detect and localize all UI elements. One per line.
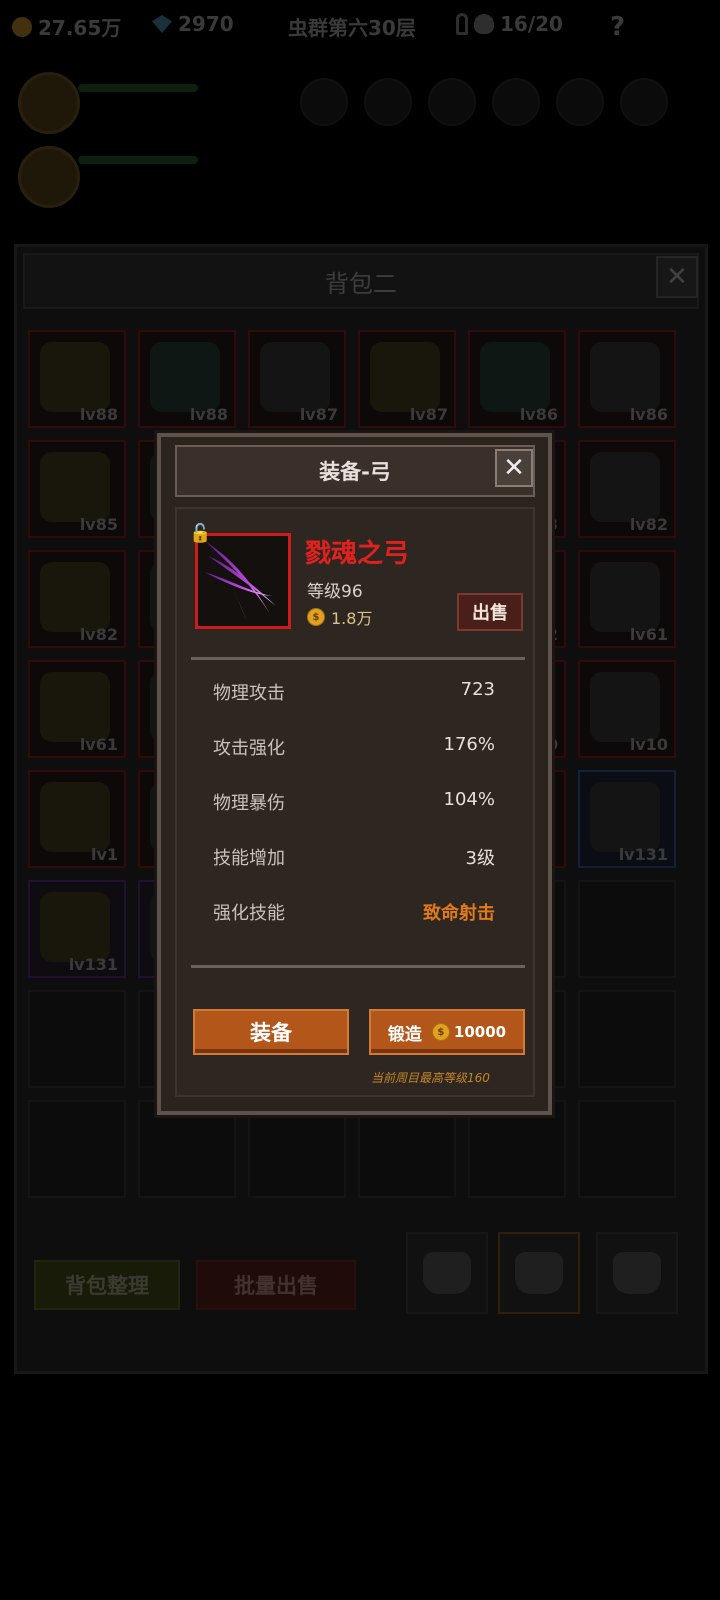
stat-value: 176% [443,734,495,755]
dialog-close-button[interactable]: ✕ [495,449,533,487]
equip-label: 装备 [250,1021,292,1045]
divider [191,657,525,660]
lock-icon[interactable]: 🔓 [189,523,211,544]
sell-button[interactable]: 出售 [457,593,523,631]
item-price: $ 1.8万 [307,605,372,629]
item-icon-frame[interactable] [195,533,291,629]
forge-cost-value: 10000 [453,1023,507,1041]
coin-icon: $ [431,1023,450,1041]
sell-label: 出售 [472,603,508,624]
stat-value: 723 [460,679,495,700]
coin-icon: $ [307,608,325,626]
forge-cost: $ 10000 [431,1023,507,1041]
divider [191,965,525,968]
stat-value: 104% [443,789,495,810]
stat-label: 物理攻击 [213,683,285,704]
stat-row: 攻击强化 176% [213,734,495,760]
dialog-body: 🔓 戮魂之弓 等级96 $ 1.8万 出售 物理攻击 723 攻击强化 176% 物理暴… [175,507,535,1097]
stat-value: 3级 [465,848,495,869]
forge-button[interactable]: 锻造 $ 10000 [369,1009,525,1055]
stat-value: 致命射击 [423,903,495,924]
stat-row: 技能增加 3级 [213,844,495,870]
equipment-dialog: 装备-弓 ✕ 🔓 戮魂之弓 等级96 $ 1.8万 出售 物理攻击 723 攻击… [157,433,552,1115]
item-price-value: 1.8万 [331,609,373,628]
stat-row: 强化技能 致命射击 [213,899,495,925]
stat-row: 物理暴伤 104% [213,789,495,815]
max-level-hint: 当前周目最高等级160 [371,1071,490,1085]
item-level: 等级96 [307,582,363,602]
stat-label: 物理暴伤 [213,793,285,814]
item-name: 戮魂之弓 [305,539,410,569]
stat-label: 攻击强化 [213,738,285,759]
stat-label: 技能增加 [213,848,285,869]
equip-button[interactable]: 装备 [193,1009,349,1055]
forge-label: 锻造 [387,1024,422,1045]
bow-icon [204,542,276,620]
dialog-title: 装备-弓 [319,460,391,484]
close-icon: ✕ [503,453,525,483]
dialog-header: 装备-弓 [175,445,535,497]
stat-row: 物理攻击 723 [213,679,495,705]
stat-label: 强化技能 [213,903,285,924]
